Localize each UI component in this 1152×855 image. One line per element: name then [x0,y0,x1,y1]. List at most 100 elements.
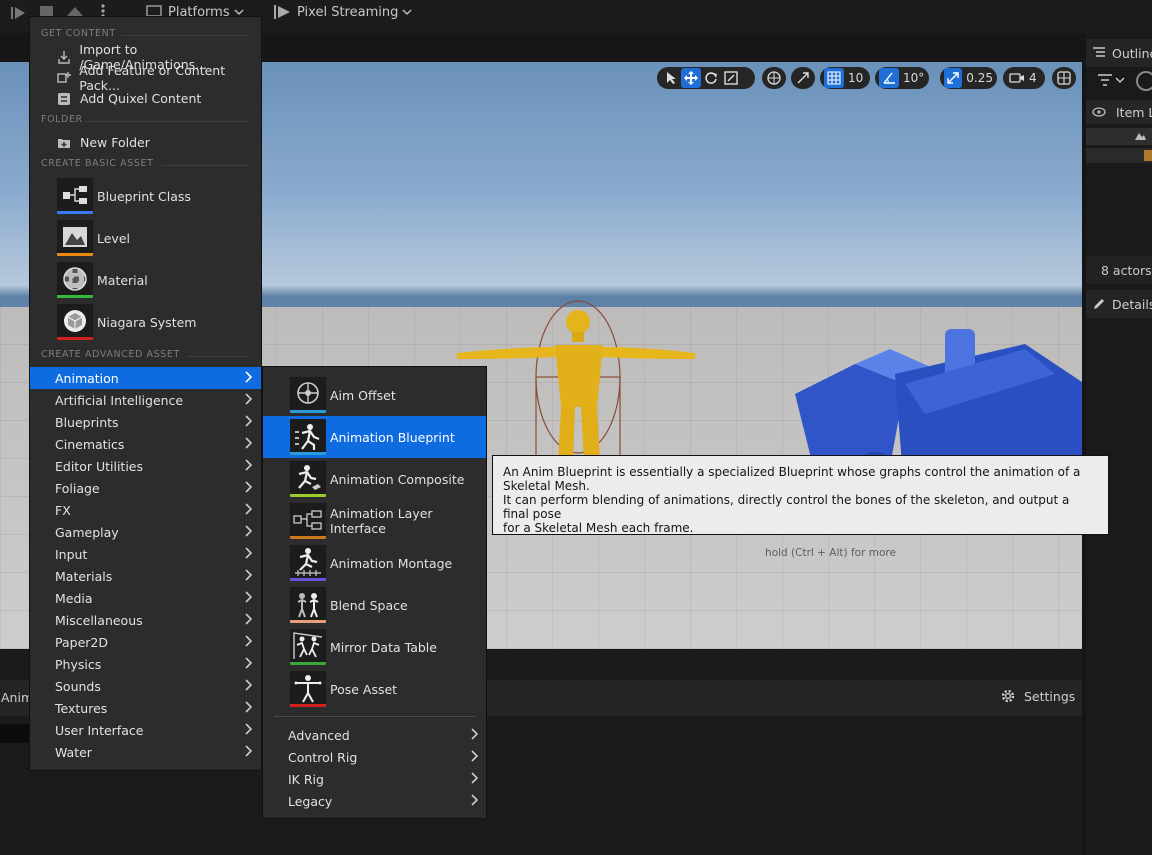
animation-montage-icon [290,545,326,581]
folder-icon [1144,150,1152,161]
submenu-animation-layer-interface[interactable]: Animation Layer Interface [263,500,486,542]
category-editor-utilities[interactable]: Editor Utilities [30,455,261,477]
chevron-right-icon [244,503,252,515]
category-foliage[interactable]: Foliage [30,477,261,499]
submenu-mirror-data-table[interactable]: Mirror Data Table [263,626,486,668]
settings-button[interactable]: Settings [1000,688,1075,704]
category-cinematics[interactable]: Cinematics [30,433,261,455]
submenu-advanced[interactable]: Advanced [263,724,486,746]
outliner-row[interactable] [1086,128,1152,145]
scale-icon[interactable] [721,68,741,88]
category-animation[interactable]: Animation [30,367,261,389]
scale-snap-button[interactable]: 0.25 [940,67,997,89]
rotate-icon[interactable] [701,68,721,88]
submenu-animation-blueprint[interactable]: Animation Blueprint [263,416,486,458]
submenu-blend-space[interactable]: Blend Space [263,584,486,626]
submenu-ik-rig[interactable]: IK Rig [263,768,486,790]
submenu-item-label: Animation Composite [330,471,465,487]
category-materials[interactable]: Materials [30,565,261,587]
outliner-tab[interactable]: Outliner [1086,39,1152,67]
material-icon [57,262,93,298]
level-icon [1134,131,1146,141]
chevron-right-icon [244,547,252,559]
camera-speed-button[interactable]: 4 [1003,67,1045,89]
chevron-right-icon [244,481,252,493]
submenu-item-label: Blend Space [330,597,408,613]
quixel-icon [56,91,72,107]
search-box[interactable] [0,724,30,743]
submenu-aim-offset[interactable]: Aim Offset [263,374,486,416]
tooltip-line: An Anim Blueprint is essentially a speci… [503,465,1081,493]
details-tab[interactable]: Details [1086,290,1152,318]
eye-icon[interactable] [1092,107,1106,117]
category-label: Editor Utilities [55,458,144,474]
chevron-right-icon [244,745,252,757]
select-icon[interactable] [661,68,681,88]
submenu-item-label: Aim Offset [330,387,396,403]
aim-offset-icon [290,377,326,413]
search-icon[interactable] [1136,71,1152,91]
material-item[interactable]: Material [30,259,261,301]
category-fx[interactable]: FX [30,499,261,521]
surface-snap-toggle[interactable] [791,67,815,89]
chevron-right-icon [244,569,252,581]
chevron-down-icon [402,8,412,16]
add-content-menu: GET CONTENT Import to /Game/Animations..… [29,16,262,771]
niagara-system-item[interactable]: Niagara System [30,301,261,343]
category-paper2d[interactable]: Paper2D [30,631,261,653]
submenu-animation-composite[interactable]: Animation Composite [263,458,486,500]
move-icon[interactable] [681,68,701,88]
category-sounds[interactable]: Sounds [30,675,261,697]
chevron-right-icon [470,772,478,784]
outliner-row[interactable] [1086,148,1152,163]
submenu-control-rig[interactable]: Control Rig [263,746,486,768]
blueprint-class-icon [57,178,93,214]
add-feature-icon [56,70,71,86]
chevron-right-icon [244,613,252,625]
world-local-toggle[interactable] [762,67,786,89]
new-folder-item[interactable]: New Folder [30,132,261,153]
play-icon[interactable] [10,5,28,21]
pixel-streaming-button[interactable]: Pixel Streaming [272,2,412,22]
submenu-item-label: IK Rig [288,771,324,787]
chevron-right-icon [244,437,252,449]
category-physics[interactable]: Physics [30,653,261,675]
level-item[interactable]: Level [30,217,261,259]
grid-snap-button[interactable]: 10 [820,67,870,89]
category-label: Paper2D [55,634,108,650]
import-icon [56,49,71,65]
submenu-item-label: Pose Asset [330,681,398,697]
category-miscellaneous[interactable]: Miscellaneous [30,609,261,631]
category-label: Cinematics [55,436,125,452]
pose-asset-icon [290,671,326,707]
add-quixel-item[interactable]: Add Quixel Content [30,88,261,109]
actor-count: 8 actors [1101,262,1152,278]
category-artificial-intelligence[interactable]: Artificial Intelligence [30,389,261,411]
surface-snap-icon [793,68,813,88]
submenu-pose-asset[interactable]: Pose Asset [263,668,486,710]
category-textures[interactable]: Textures [30,697,261,719]
mirror-data-table-icon [290,629,326,665]
category-input[interactable]: Input [30,543,261,565]
submenu-item-label: Animation Montage [330,555,453,571]
submenu-legacy[interactable]: Legacy [263,790,486,812]
blend-space-icon [290,587,326,623]
add-feature-item[interactable]: Add Feature or Content Pack... [30,63,261,93]
viewport-layout-button[interactable] [1052,67,1076,89]
category-blueprints[interactable]: Blueprints [30,411,261,433]
category-media[interactable]: Media [30,587,261,609]
submenu-animation-montage[interactable]: Animation Montage [263,542,486,584]
section-advanced-asset: CREATE ADVANCED ASSET [41,349,249,363]
submenu-item-label: Animation Blueprint [330,429,455,445]
blueprint-class-item[interactable]: Blueprint Class [30,175,261,217]
new-folder-icon [56,135,72,151]
tooltip-line: for a Skeletal Mesh each frame. [503,521,694,535]
filter-icon[interactable] [1096,71,1126,89]
category-gameplay[interactable]: Gameplay [30,521,261,543]
category-water[interactable]: Water [30,741,261,763]
chevron-right-icon [244,635,252,647]
category-user-interface[interactable]: User Interface [30,719,261,741]
globe-icon [764,68,784,88]
chevron-right-icon [244,679,252,691]
rotation-snap-button[interactable]: 10° [875,67,929,89]
